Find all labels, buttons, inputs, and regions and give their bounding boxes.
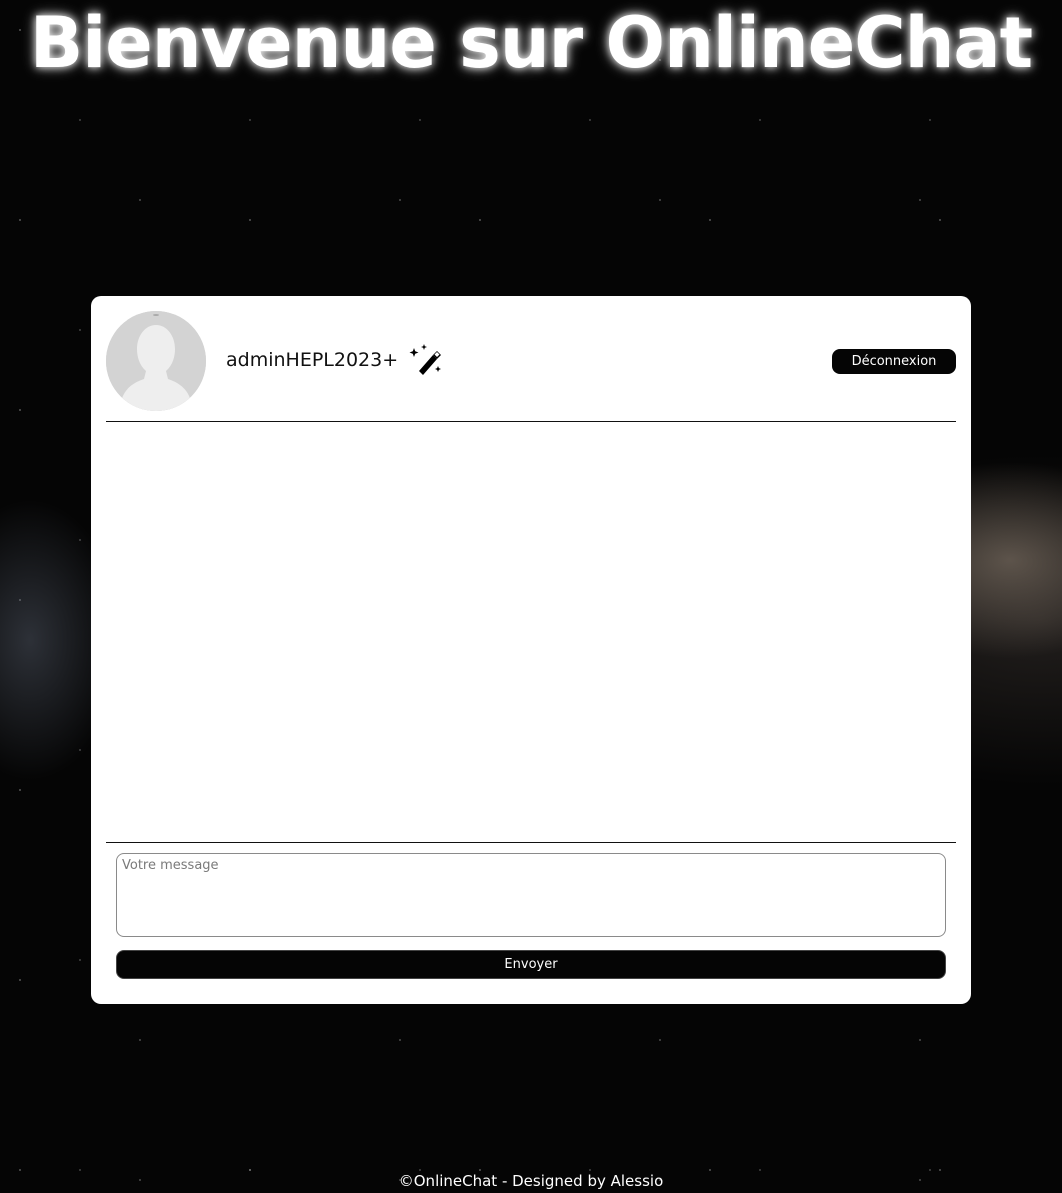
- chat-card: adminHEPL2023+ Déconnexion Envoyer: [91, 296, 971, 1004]
- page-title: Bienvenue sur OnlineChat: [29, 2, 1033, 84]
- user-avatar: [106, 311, 206, 411]
- footer-credit: ©OnlineChat - Designed by Alessio: [398, 1172, 664, 1190]
- magic-wand-icon: [408, 342, 444, 378]
- username: adminHEPL2023+: [226, 349, 399, 371]
- message-input[interactable]: [116, 853, 946, 937]
- chat-header: adminHEPL2023+ Déconnexion: [106, 311, 956, 421]
- send-button[interactable]: Envoyer: [116, 950, 946, 979]
- logout-button[interactable]: Déconnexion: [832, 349, 956, 374]
- default-avatar-icon: [106, 311, 206, 411]
- composer-divider: [106, 842, 956, 843]
- messages-area[interactable]: [106, 422, 956, 842]
